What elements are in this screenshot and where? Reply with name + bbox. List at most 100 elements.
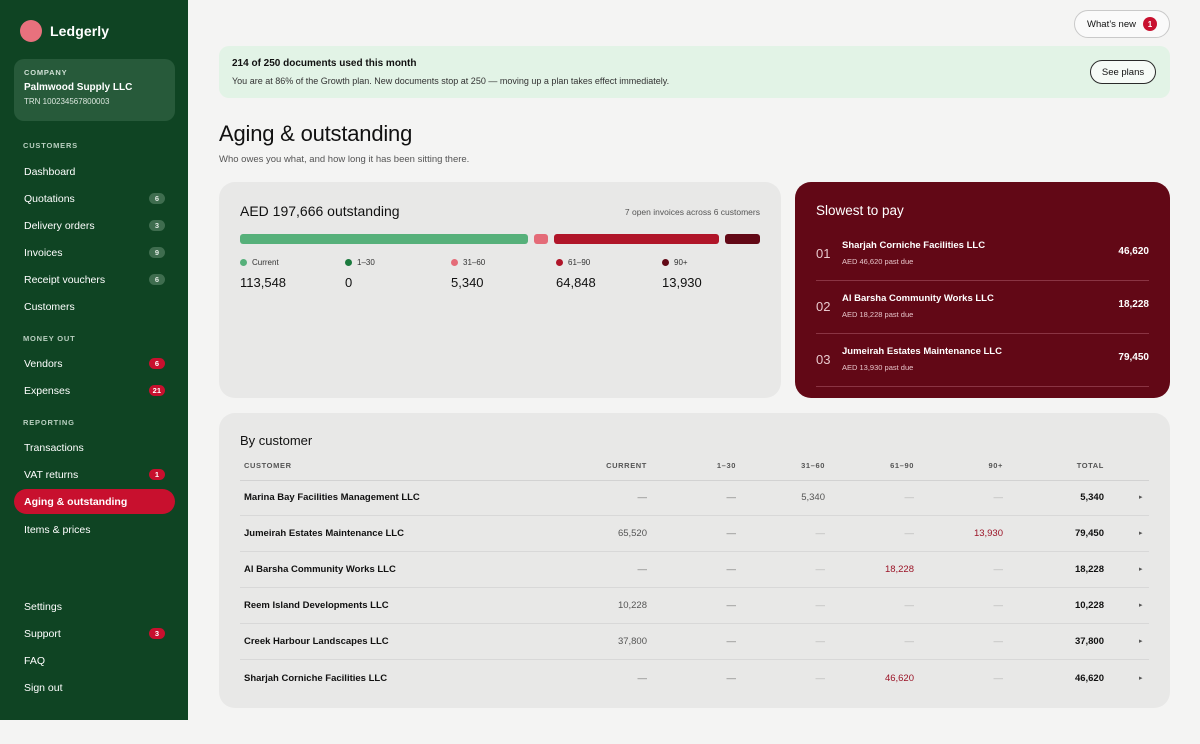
outstanding-card: AED 197,666 outstanding 7 open invoices …	[219, 182, 781, 398]
bucket-label: 61–90	[568, 258, 591, 267]
brand-name: Ledgerly	[50, 23, 110, 39]
slowest-row[interactable]: 03 Jumeirah Estates Maintenance LLC AED …	[816, 334, 1149, 387]
table-row[interactable]: Creek Harbour Landscapes LLC 37,800 — — — — 37…	[240, 624, 1149, 660]
cell-d90: —	[993, 492, 1004, 503]
chevron-right-icon[interactable]: ▸	[1139, 674, 1143, 682]
cell-current: —	[637, 673, 648, 684]
cell-d61-90: 46,620	[884, 673, 914, 684]
sidebar-item-label: Items & prices	[24, 523, 91, 536]
sidebar-item-label: Vendors	[24, 357, 63, 370]
brand[interactable]: Ledgerly	[20, 20, 109, 42]
cell-total: 5,340	[1080, 492, 1104, 503]
bucket-value: 64,848	[556, 275, 596, 290]
column-header-current: CURRENT	[606, 461, 647, 470]
chevron-right-icon[interactable]: ▸	[1139, 493, 1143, 501]
cell-total: 18,228	[1074, 564, 1104, 575]
sidebar-item-support[interactable]: Support 3	[14, 621, 175, 646]
slowest-to-pay-card: Slowest to pay 01 Sharjah Corniche Facil…	[795, 182, 1170, 398]
customer-name: Al Barsha Community Works LLC	[244, 564, 396, 575]
count-badge: 6	[149, 274, 165, 285]
count-badge: 6	[149, 358, 165, 369]
chevron-right-icon[interactable]: ▸	[1139, 637, 1143, 645]
sidebar-item-delivery-orders[interactable]: Delivery orders 3	[14, 213, 175, 238]
nav-section-money-out: MONEY OUT	[23, 334, 76, 343]
cell-d61-90: 18,228	[884, 564, 914, 575]
sidebar-item-label: Dashboard	[24, 165, 76, 178]
company-card[interactable]: COMPANY Palmwood Supply LLC TRN 10023456…	[14, 59, 175, 121]
aging-segment	[534, 234, 548, 244]
sidebar-item-label: Transactions	[24, 441, 84, 454]
cell-current: 10,228	[617, 600, 647, 611]
sidebar-item-transactions[interactable]: Transactions	[14, 435, 175, 460]
bucket-label: 90+	[674, 258, 688, 267]
sidebar-item-label: Quotations	[24, 192, 75, 205]
customer-name: Creek Harbour Landscapes LLC	[244, 636, 389, 647]
bucket-label: 31–60	[463, 258, 486, 267]
slowest-rank: 01	[816, 246, 831, 261]
cell-d90: —	[993, 636, 1004, 647]
sidebar-item-vendors[interactable]: Vendors 6	[14, 351, 175, 376]
chevron-right-icon[interactable]: ▸	[1139, 565, 1143, 573]
cell-d61-90: —	[904, 528, 915, 539]
cell-d31-60: —	[815, 564, 826, 575]
sidebar-item-aging-outstanding[interactable]: Aging & outstanding	[14, 489, 175, 514]
outstanding-meta: 7 open invoices across 6 customers	[624, 207, 760, 217]
sidebar-item-quotations[interactable]: Quotations 6	[14, 186, 175, 211]
brand-logo-icon	[20, 20, 42, 42]
cell-d31-60: —	[815, 600, 826, 611]
slowest-past-due: AED 46,620 past due	[842, 257, 914, 266]
by-customer-card: By customer CUSTOMER CURRENT 1–30 31–60 …	[219, 413, 1170, 708]
column-header-61-90: 61–90	[890, 461, 914, 470]
cell-d1-30: —	[726, 636, 737, 647]
cell-total: 37,800	[1074, 636, 1104, 647]
bucket-dot-icon	[662, 259, 669, 266]
sidebar-item-expenses[interactable]: Expenses 21	[14, 378, 175, 403]
slowest-row[interactable]: 02 Al Barsha Community Works LLC AED 18,…	[816, 281, 1149, 334]
sidebar-item-settings[interactable]: Settings	[14, 594, 175, 619]
sidebar-item-receipt-vouchers[interactable]: Receipt vouchers 6	[14, 267, 175, 292]
cell-current: —	[637, 564, 648, 575]
nav-section-customers: CUSTOMERS	[23, 141, 78, 150]
sidebar-item-faq[interactable]: FAQ	[14, 648, 175, 673]
table-row[interactable]: Jumeirah Estates Maintenance LLC 65,520 — —…	[240, 516, 1149, 552]
cell-d31-60: 5,340	[801, 492, 825, 503]
bucket-90-plus: 90+ 13,930	[662, 258, 702, 290]
page-title: Aging & outstanding	[219, 121, 413, 146]
sidebar-item-dashboard[interactable]: Dashboard	[14, 159, 175, 184]
count-badge: 1	[149, 469, 165, 480]
slowest-amount: 79,450	[1118, 352, 1149, 363]
slowest-row[interactable]: 01 Sharjah Corniche Facilities LLC AED 4…	[816, 228, 1149, 281]
sidebar-item-label: Invoices	[24, 246, 63, 259]
table-row[interactable]: Al Barsha Community Works LLC — — — 18,228 — 1…	[240, 552, 1149, 588]
chevron-right-icon[interactable]: ▸	[1139, 601, 1143, 609]
sidebar-item-vat-returns[interactable]: VAT returns 1	[14, 462, 175, 487]
bucket-label: 1–30	[357, 258, 375, 267]
sidebar-item-label: Aging & outstanding	[24, 495, 128, 508]
chevron-right-icon[interactable]: ▸	[1139, 529, 1143, 537]
table-row[interactable]: Marina Bay Facilities Management LLC — — 5,…	[240, 480, 1149, 516]
usage-banner: 214 of 250 documents used this month You…	[219, 46, 1170, 98]
nav-section-reporting: REPORTING	[23, 418, 75, 427]
sidebar-item-customers[interactable]: Customers	[14, 294, 175, 319]
bucket-value: 13,930	[662, 275, 702, 290]
whats-new-button[interactable]: What’s new 1	[1074, 10, 1170, 38]
aging-bar	[240, 234, 760, 244]
slowest-past-due: AED 18,228 past due	[842, 310, 914, 319]
cell-d31-60: —	[815, 673, 826, 684]
aging-segment	[240, 234, 528, 244]
slowest-name: Jumeirah Estates Maintenance LLC	[842, 346, 1002, 357]
table-row[interactable]: Reem Island Developments LLC 10,228 — — — — 10…	[240, 588, 1149, 624]
see-plans-button[interactable]: See plans	[1090, 60, 1156, 84]
column-header-customer: CUSTOMER	[244, 461, 292, 470]
slowest-amount: 18,228	[1118, 299, 1149, 310]
sidebar-item-items-prices[interactable]: Items & prices	[14, 517, 175, 542]
count-badge: 21	[148, 385, 165, 396]
cell-d61-90: —	[904, 492, 915, 503]
whats-new-count-badge: 1	[1142, 17, 1157, 31]
column-header-total: TOTAL	[1076, 461, 1104, 470]
customer-name: Reem Island Developments LLC	[244, 600, 389, 611]
sidebar-item-sign-out[interactable]: Sign out	[14, 675, 175, 700]
sidebar-item-invoices[interactable]: Invoices 9	[14, 240, 175, 265]
table-row[interactable]: Sharjah Corniche Facilities LLC — — — 46,620…	[240, 661, 1149, 697]
cell-current: —	[637, 492, 648, 503]
